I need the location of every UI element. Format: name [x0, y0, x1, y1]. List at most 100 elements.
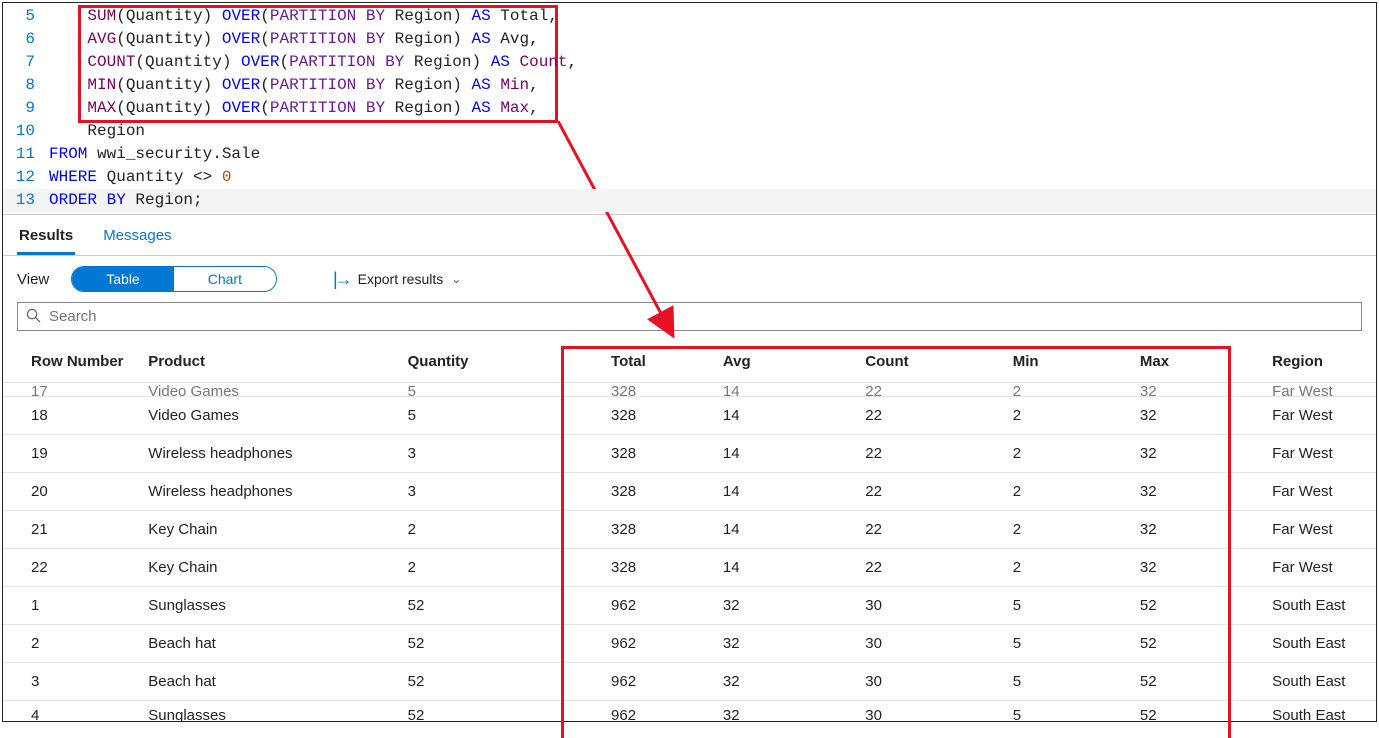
code-line[interactable]: 7 COUNT(Quantity) OVER(PARTITION BY Regi…: [3, 51, 1376, 74]
code-line[interactable]: 9 MAX(Quantity) OVER(PARTITION BY Region…: [3, 97, 1376, 120]
code-content[interactable]: SUM(Quantity) OVER(PARTITION BY Region) …: [49, 5, 1376, 28]
code-content[interactable]: AVG(Quantity) OVER(PARTITION BY Region) …: [49, 28, 1376, 51]
column-header[interactable]: Region: [1264, 337, 1376, 383]
table-cell: Far West: [1264, 473, 1376, 511]
code-line[interactable]: 11FROM wwi_security.Sale: [3, 143, 1376, 166]
code-content[interactable]: ORDER BY Region;: [49, 189, 1376, 212]
line-number: 12: [3, 166, 49, 189]
export-results-button[interactable]: |→ Export results ⌄: [333, 269, 461, 290]
code-line[interactable]: 5 SUM(Quantity) OVER(PARTITION BY Region…: [3, 5, 1376, 28]
table-cell: 14: [715, 511, 857, 549]
line-number: 11: [3, 143, 49, 166]
view-label: View: [17, 271, 49, 288]
search-icon: [26, 308, 41, 326]
table-cell: 17: [3, 383, 140, 397]
sql-editor[interactable]: 5 SUM(Quantity) OVER(PARTITION BY Region…: [3, 3, 1376, 214]
table-cell: 1: [3, 587, 140, 625]
table-cell: Far West: [1264, 397, 1376, 435]
table-cell: 328: [603, 435, 715, 473]
table-cell: Wireless headphones: [140, 435, 399, 473]
table-cell: 32: [1132, 549, 1264, 587]
table-cell: 5: [1005, 587, 1132, 625]
search-input[interactable]: [47, 307, 1353, 326]
table-cell: Wireless headphones: [140, 473, 399, 511]
table-cell: 2: [1005, 397, 1132, 435]
table-cell: 14: [715, 383, 857, 397]
column-header[interactable]: Max: [1132, 337, 1264, 383]
tab-results[interactable]: Results: [17, 223, 75, 255]
table-cell: 22: [857, 383, 1004, 397]
table-cell: 962: [603, 663, 715, 701]
table-cell: 22: [3, 549, 140, 587]
line-number: 6: [3, 28, 49, 51]
table-cell: 30: [857, 625, 1004, 663]
table-cell: 32: [715, 625, 857, 663]
table-cell: 19: [3, 435, 140, 473]
table-cell: 14: [715, 549, 857, 587]
table-cell: 52: [1132, 625, 1264, 663]
table-cell: 2: [1005, 435, 1132, 473]
table-cell: Far West: [1264, 383, 1376, 397]
chevron-down-icon: ⌄: [451, 272, 461, 286]
table-cell: 14: [715, 473, 857, 511]
table-cell: 4: [3, 701, 140, 722]
tab-messages[interactable]: Messages: [101, 223, 173, 255]
table-cell: 22: [857, 397, 1004, 435]
table-cell: 962: [603, 625, 715, 663]
table-cell: 328: [603, 397, 715, 435]
code-line[interactable]: 8 MIN(Quantity) OVER(PARTITION BY Region…: [3, 74, 1376, 97]
column-header[interactable]: Min: [1005, 337, 1132, 383]
table-row[interactable]: 2Beach hat529623230552South East: [3, 625, 1376, 663]
table-cell: 2: [1005, 383, 1132, 397]
table-cell: 5: [1005, 701, 1132, 722]
table-header-row: Row NumberProductQuantityTotalAvgCountMi…: [3, 337, 1376, 383]
table-cell: 22: [857, 473, 1004, 511]
table-cell: 2: [1005, 473, 1132, 511]
table-cell: 2: [1005, 549, 1132, 587]
column-header[interactable]: Quantity: [400, 337, 603, 383]
table-row[interactable]: 17Video Games53281422232Far West: [3, 383, 1376, 397]
table-row[interactable]: 20Wireless headphones33281422232Far West: [3, 473, 1376, 511]
code-content[interactable]: MIN(Quantity) OVER(PARTITION BY Region) …: [49, 74, 1376, 97]
table-cell: 32: [715, 701, 857, 722]
column-header[interactable]: Row Number: [3, 337, 140, 383]
table-row[interactable]: 1Sunglasses529623230552South East: [3, 587, 1376, 625]
table-cell: 3: [400, 435, 603, 473]
export-label: Export results: [358, 271, 444, 287]
line-number: 10: [3, 120, 49, 143]
table-row[interactable]: 3Beach hat529623230552South East: [3, 663, 1376, 701]
view-toggle-chart[interactable]: Chart: [174, 267, 276, 291]
table-cell: Sunglasses: [140, 701, 399, 722]
code-line[interactable]: 6 AVG(Quantity) OVER(PARTITION BY Region…: [3, 28, 1376, 51]
code-content[interactable]: FROM wwi_security.Sale: [49, 143, 1376, 166]
code-content[interactable]: MAX(Quantity) OVER(PARTITION BY Region) …: [49, 97, 1376, 120]
line-number: 8: [3, 74, 49, 97]
code-content[interactable]: Region: [49, 120, 1376, 143]
table-row[interactable]: 18Video Games53281422232Far West: [3, 397, 1376, 435]
column-header[interactable]: Product: [140, 337, 399, 383]
line-number: 7: [3, 51, 49, 74]
view-toggle-table[interactable]: Table: [72, 267, 173, 291]
table-cell: 21: [3, 511, 140, 549]
table-cell: 5: [1005, 663, 1132, 701]
table-row[interactable]: 21Key Chain23281422232Far West: [3, 511, 1376, 549]
table-row[interactable]: 4Sunglasses529623230552South East: [3, 701, 1376, 722]
table-cell: 32: [715, 663, 857, 701]
column-header[interactable]: Total: [603, 337, 715, 383]
table-cell: Video Games: [140, 397, 399, 435]
table-cell: 32: [1132, 397, 1264, 435]
table-cell: 5: [400, 397, 603, 435]
table-cell: 3: [400, 473, 603, 511]
table-row[interactable]: 19Wireless headphones33281422232Far West: [3, 435, 1376, 473]
table-cell: Beach hat: [140, 663, 399, 701]
table-cell: 20: [3, 473, 140, 511]
code-line[interactable]: 10 Region: [3, 120, 1376, 143]
code-content[interactable]: COUNT(Quantity) OVER(PARTITION BY Region…: [49, 51, 1376, 74]
column-header[interactable]: Avg: [715, 337, 857, 383]
column-header[interactable]: Count: [857, 337, 1004, 383]
code-line[interactable]: 13ORDER BY Region;: [3, 189, 1376, 212]
code-line[interactable]: 12WHERE Quantity <> 0: [3, 166, 1376, 189]
table-cell: 32: [1132, 511, 1264, 549]
code-content[interactable]: WHERE Quantity <> 0: [49, 166, 1376, 189]
table-row[interactable]: 22Key Chain23281422232Far West: [3, 549, 1376, 587]
